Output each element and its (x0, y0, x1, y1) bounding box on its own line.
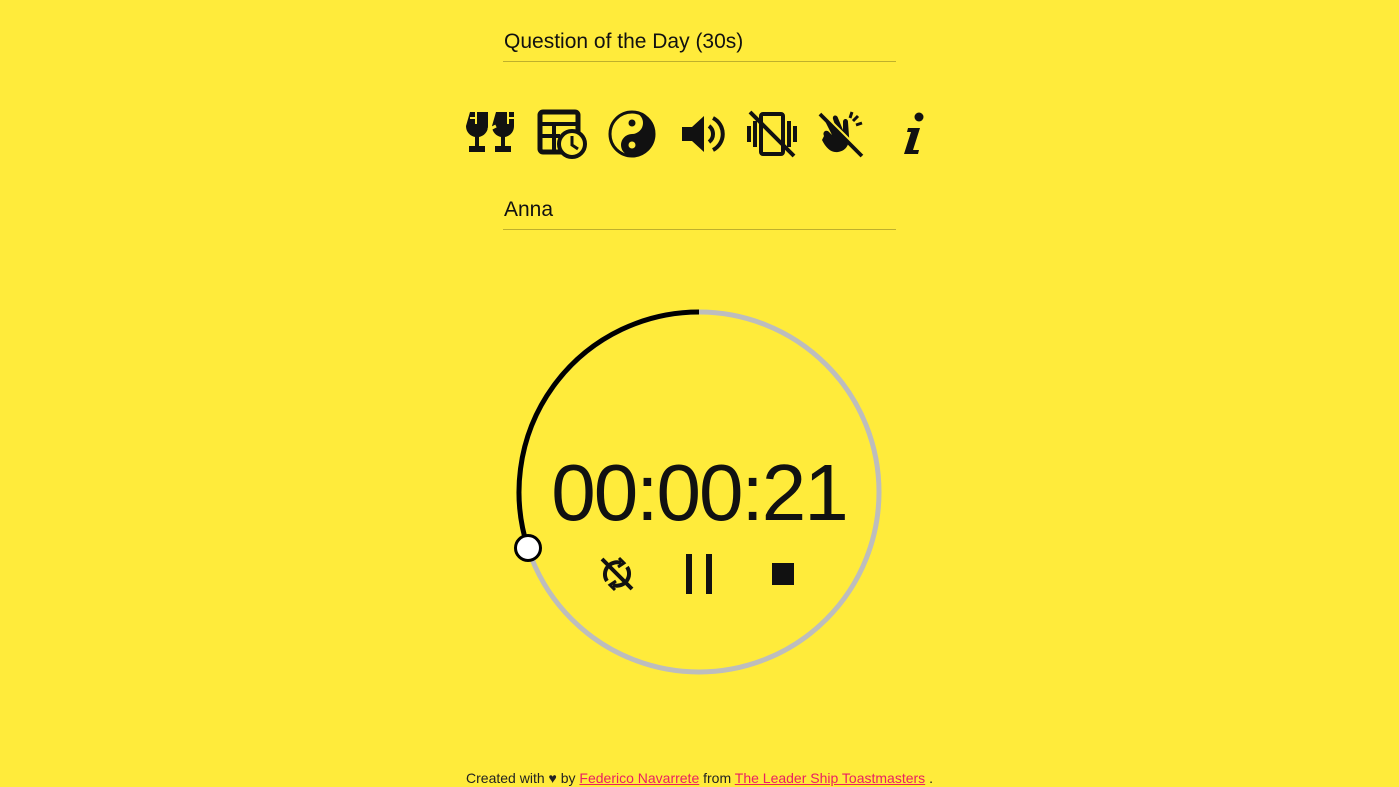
info-svg (904, 112, 924, 154)
info-icon[interactable] (882, 104, 942, 164)
stop-svg (772, 563, 794, 585)
time-separator: : (741, 448, 763, 537)
sync-off-icon[interactable] (592, 549, 642, 599)
time-separator: : (636, 448, 658, 537)
trophy-broken-icon[interactable] (462, 104, 522, 164)
timer-app: 00:00:21 (0, 0, 1399, 787)
volume-svg (682, 116, 725, 152)
yin-yang-svg (608, 110, 656, 158)
time-seconds: 21 (761, 448, 849, 537)
footer: Created with ♥ by Federico Navarrete fro… (0, 770, 1399, 786)
timer-dial: 00:00:21 (513, 309, 882, 675)
yin-yang-icon[interactable] (602, 104, 662, 164)
club-link[interactable]: The Leader Ship Toastmasters (735, 770, 925, 786)
footer-prefix: Created with ♥ by (466, 770, 576, 786)
vibrate-off-svg (747, 110, 797, 158)
table-clock-icon[interactable] (532, 104, 592, 164)
elapsed-time: 00:00:21 (516, 446, 882, 539)
timer-controls (516, 549, 882, 605)
footer-middle: from (703, 770, 732, 786)
speaker-name-input[interactable] (503, 198, 896, 226)
author-link[interactable]: Federico Navarrete (579, 770, 699, 786)
sync-off-svg (600, 556, 634, 592)
time-hours: 00 (551, 448, 638, 537)
pause-icon[interactable] (674, 549, 724, 599)
volume-icon[interactable] (672, 104, 732, 164)
clap-off-svg (818, 111, 865, 158)
footer-suffix: . (929, 770, 933, 786)
vibrate-off-icon[interactable] (742, 104, 802, 164)
time-minutes: 00 (656, 448, 744, 537)
timer-progress-handle[interactable] (513, 533, 542, 562)
stop-icon[interactable] (758, 549, 808, 599)
trophy-broken-svg (466, 112, 514, 152)
clap-off-icon[interactable] (812, 104, 872, 164)
speaker-name-field (503, 198, 896, 230)
speech-title-field (503, 30, 896, 62)
table-clock-svg (537, 109, 587, 159)
speech-title-input[interactable] (503, 30, 896, 58)
pause-svg (686, 554, 712, 594)
toolbar (462, 104, 938, 164)
